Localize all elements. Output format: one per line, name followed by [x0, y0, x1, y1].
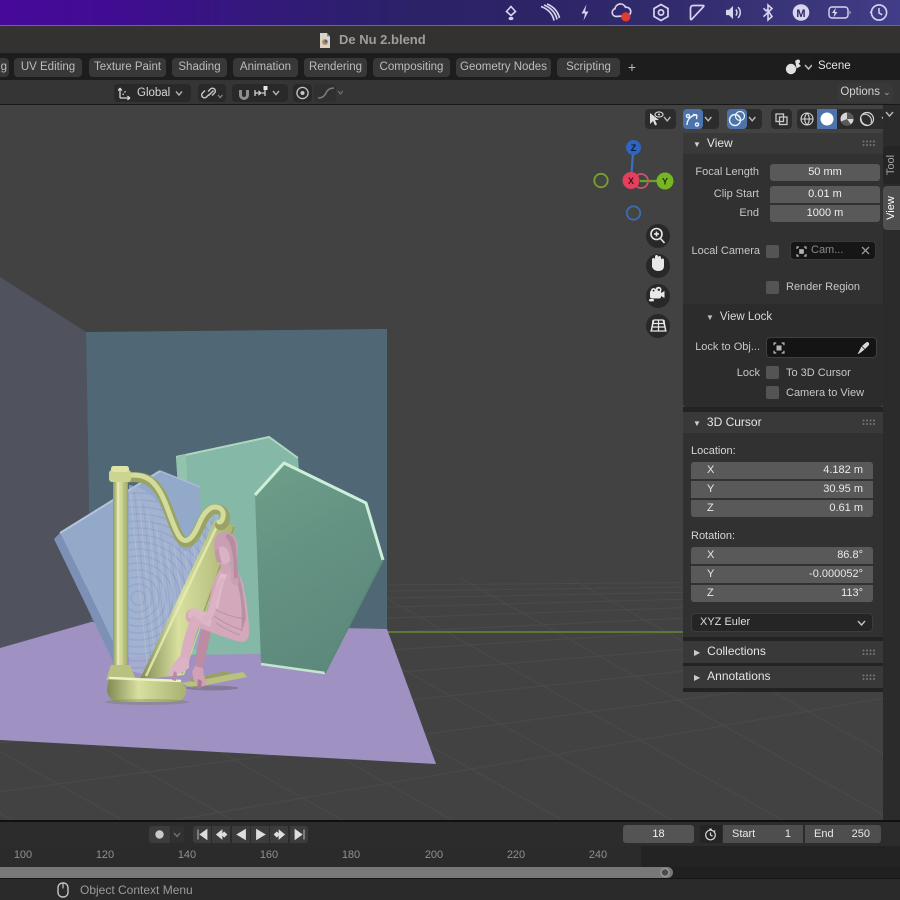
svg-text:Z: Z	[631, 143, 637, 153]
svg-text:Y: Y	[662, 177, 668, 187]
svg-text:X: X	[628, 176, 634, 186]
svg-text:M: M	[796, 8, 805, 20]
